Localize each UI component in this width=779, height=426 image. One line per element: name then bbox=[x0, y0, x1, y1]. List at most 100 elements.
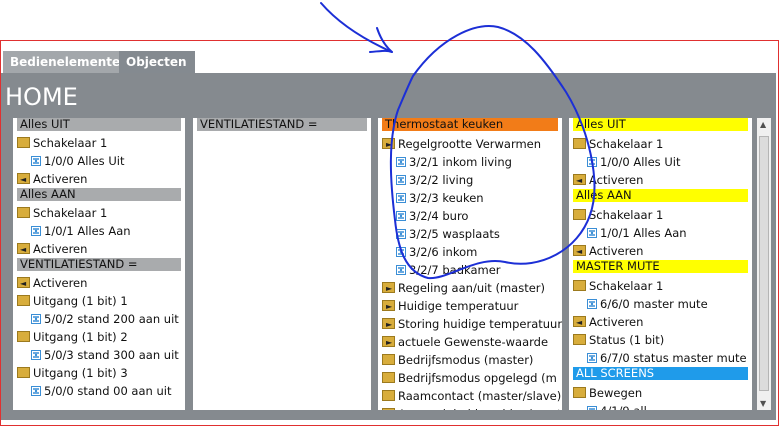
item-label: 5/0/2 stand 200 aan uit bbox=[44, 312, 179, 326]
folder-icon bbox=[382, 390, 395, 401]
group-header-label: ALL SCREENS bbox=[576, 366, 655, 380]
object-item[interactable]: ► Huidige temperatuur bbox=[382, 297, 518, 315]
group-address-item[interactable]: 5/0/2 stand 200 aan uit bbox=[31, 310, 179, 328]
group-header[interactable]: VENTILATIESTAND = bbox=[17, 258, 181, 271]
item-label: Huidige temperatuur bbox=[398, 299, 519, 313]
object-item[interactable]: Bewegen bbox=[573, 384, 642, 402]
object-item[interactable]: Raamcontact (master/slave) bbox=[382, 387, 561, 405]
object-item[interactable]: Schakelaar 1 bbox=[17, 204, 107, 222]
group-address-icon bbox=[396, 228, 406, 239]
object-item[interactable]: Schakelaar 1 bbox=[573, 135, 663, 153]
group-header[interactable]: ALL SCREENS bbox=[573, 367, 748, 380]
folder-icon bbox=[573, 138, 586, 149]
item-label: 5/0/3 stand 300 aan uit bbox=[44, 348, 179, 362]
object-item[interactable]: ◄ Activeren bbox=[573, 171, 643, 189]
scrollbar-thumb[interactable] bbox=[759, 136, 769, 391]
item-label: Schakelaar 1 bbox=[589, 208, 664, 222]
folder-icon bbox=[573, 280, 586, 291]
column-panel-3[interactable]: Thermostaat keuken ► Regelgrootte Verwarme… bbox=[378, 118, 562, 410]
object-item[interactable]: Uitgang (1 bit) 3 bbox=[17, 364, 128, 382]
group-address-icon bbox=[31, 155, 41, 166]
group-address-item[interactable]: 5/0/0 stand 00 aan uit bbox=[31, 382, 171, 400]
group-address-item[interactable]: 5/0/3 stand 300 aan uit bbox=[31, 346, 179, 364]
group-address-icon bbox=[31, 349, 41, 360]
group-address-icon bbox=[396, 192, 406, 203]
group-header[interactable]: Thermostaat keuken bbox=[382, 118, 558, 131]
folder-icon bbox=[17, 367, 30, 378]
object-item[interactable]: ◄ Activeren bbox=[573, 242, 643, 260]
item-label: Schakelaar 1 bbox=[589, 279, 664, 293]
object-item[interactable]: Uitgang (1 bit) 2 bbox=[17, 328, 128, 346]
object-item[interactable]: ► Regelgrootte Verwarmen bbox=[382, 135, 541, 153]
group-header[interactable]: Alles AAN bbox=[573, 189, 748, 202]
object-item[interactable]: Aanwezigheidsmelder (mast bbox=[382, 405, 562, 410]
group-header[interactable]: Alles UIT bbox=[17, 118, 181, 131]
object-item[interactable]: Uitgang (1 bit) 1 bbox=[17, 292, 128, 310]
group-address-item[interactable]: 3/2/7 badkamer bbox=[396, 261, 501, 279]
object-item[interactable]: ◄ Activeren bbox=[17, 240, 87, 258]
group-address-item[interactable]: 6/6/0 master mute bbox=[587, 295, 708, 313]
item-label: Regeling aan/uit (master) bbox=[398, 281, 545, 295]
group-address-item[interactable]: 3/2/6 inkom bbox=[396, 243, 477, 261]
object-item[interactable]: ◄ Activeren bbox=[573, 313, 643, 331]
object-item[interactable]: ◄ Activeren bbox=[17, 274, 87, 292]
group-address-item[interactable]: 1/0/0 Alles Uit bbox=[587, 153, 680, 171]
object-item[interactable]: Status (1 bit) bbox=[573, 331, 664, 349]
scroll-down-icon[interactable]: ▼ bbox=[760, 399, 766, 408]
output-folder-icon: ► bbox=[382, 336, 395, 347]
group-address-item[interactable]: 4/1/9 all bbox=[587, 402, 647, 410]
group-address-item[interactable]: 3/2/2 living bbox=[396, 171, 473, 189]
object-item[interactable]: ► Storing huidige temperatuur bbox=[382, 315, 562, 333]
tab-objecten[interactable]: Objecten bbox=[119, 51, 195, 73]
vertical-scrollbar[interactable]: ▲ ▼ bbox=[757, 118, 771, 410]
group-header[interactable]: Alles UIT bbox=[573, 118, 748, 131]
group-address-icon bbox=[396, 264, 406, 275]
folder-icon bbox=[17, 207, 30, 218]
group-address-item[interactable]: 3/2/5 wasplaats bbox=[396, 225, 500, 243]
group-address-icon bbox=[31, 225, 41, 236]
item-label: 3/2/5 wasplaats bbox=[409, 227, 500, 241]
column-panel-4[interactable]: Alles UIT Schakelaar 1 1/0/0 Alles Uit ◄ Act… bbox=[569, 118, 752, 410]
item-label: 3/2/7 badkamer bbox=[409, 263, 501, 277]
group-address-item[interactable]: 1/0/1 Alles Aan bbox=[587, 224, 687, 242]
item-label: Activeren bbox=[33, 242, 88, 256]
folder-icon bbox=[573, 387, 586, 398]
object-item[interactable]: Schakelaar 1 bbox=[17, 134, 107, 152]
folder-icon bbox=[382, 408, 395, 410]
group-header[interactable]: MASTER MUTE bbox=[573, 260, 748, 273]
group-address-item[interactable]: 3/2/4 buro bbox=[396, 207, 468, 225]
object-item[interactable]: Schakelaar 1 bbox=[573, 277, 663, 295]
group-header-label: VENTILATIESTAND = bbox=[200, 118, 318, 131]
tab-bedienelementen[interactable]: Bedienelementen bbox=[3, 51, 129, 73]
folder-icon bbox=[573, 209, 586, 220]
object-item[interactable]: Bedrijfsmodus (master) bbox=[382, 351, 533, 369]
folder-icon bbox=[17, 331, 30, 342]
item-label: Activeren bbox=[589, 173, 644, 187]
item-label: Schakelaar 1 bbox=[33, 136, 108, 150]
item-label: Uitgang (1 bit) 2 bbox=[33, 330, 128, 344]
object-item[interactable]: ► Regeling aan/uit (master) bbox=[382, 279, 545, 297]
group-header-label: Alles UIT bbox=[20, 118, 70, 131]
object-item[interactable]: Schakelaar 1 bbox=[573, 206, 663, 224]
column-panel-2[interactable]: VENTILATIESTAND = bbox=[193, 118, 371, 410]
group-address-item[interactable]: 3/2/3 keuken bbox=[396, 189, 484, 207]
folder-icon bbox=[382, 372, 395, 383]
folder-icon bbox=[17, 137, 30, 148]
column-panel-1[interactable]: Alles UIT Schakelaar 1 1/0/0 Alles Uit ◄ Act… bbox=[13, 118, 185, 410]
output-folder-icon: ► bbox=[382, 318, 395, 329]
group-address-item[interactable]: 3/2/1 inkom living bbox=[396, 153, 512, 171]
object-item[interactable]: ► actuele Gewenste-waarde bbox=[382, 333, 548, 351]
group-address-item[interactable]: 1/0/0 Alles Uit bbox=[31, 152, 124, 170]
object-item[interactable]: ◄ Activeren bbox=[17, 170, 87, 188]
group-header[interactable]: VENTILATIESTAND = bbox=[197, 118, 367, 131]
folder-icon bbox=[17, 295, 30, 306]
group-address-item[interactable]: 1/0/1 Alles Aan bbox=[31, 222, 131, 240]
activate-folder-icon: ◄ bbox=[17, 243, 30, 254]
group-address-icon bbox=[396, 174, 406, 185]
output-folder-icon: ► bbox=[382, 300, 395, 311]
group-address-icon bbox=[587, 227, 597, 238]
group-address-item[interactable]: 6/7/0 status master mute bbox=[587, 349, 747, 367]
object-item[interactable]: Bedrijfsmodus opgelegd (m bbox=[382, 369, 557, 387]
scroll-up-icon[interactable]: ▲ bbox=[760, 120, 766, 129]
group-header[interactable]: Alles AAN bbox=[17, 188, 181, 201]
